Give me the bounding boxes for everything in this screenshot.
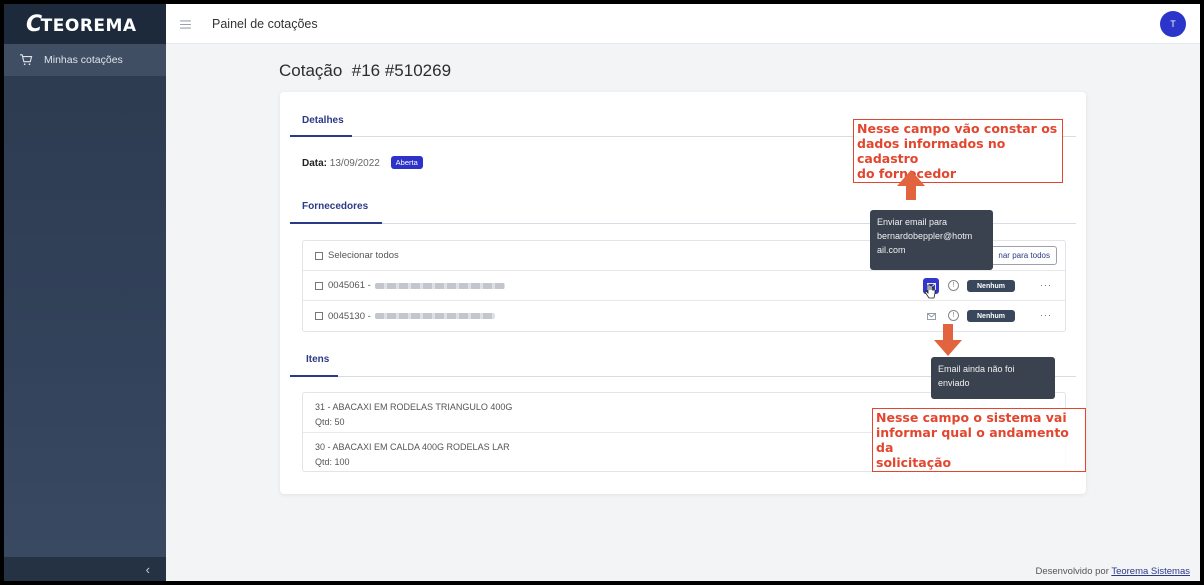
supplier-checkbox[interactable]	[315, 281, 323, 290]
supplier-code: 0045061 -	[328, 280, 371, 291]
tooltip-line: Enviar email para	[877, 217, 948, 227]
sidebar-collapse-button[interactable]: ‹	[4, 557, 166, 581]
tab-itens[interactable]: Itens	[306, 354, 329, 365]
status-badge: Nenhum	[967, 280, 1015, 292]
footer: Desenvolvido por Teorema Sistemas	[1035, 566, 1190, 577]
status-badge: Nenhum	[967, 310, 1015, 322]
send-email-tooltip: Enviar email para bernardobeppler@hotm a…	[870, 210, 993, 270]
user-avatar[interactable]: T	[1160, 11, 1186, 37]
tooltip-line: Email ainda não foi	[938, 364, 1015, 374]
envelope-icon	[926, 312, 936, 320]
tooltip-line: bernardobeppler@hotm	[877, 231, 973, 241]
supplier-name-redacted	[374, 313, 495, 319]
annotation-status-progress: Nesse campo o sistema vai informar qual …	[872, 408, 1086, 472]
info-icon[interactable]: !	[948, 280, 959, 291]
page-title: Cotação #16 #510269	[279, 61, 452, 80]
date-field: Data: 13/09/2022 Aberta	[302, 156, 423, 169]
more-options-icon[interactable]: ···	[1040, 310, 1052, 320]
date-value: 13/09/2022	[329, 158, 380, 169]
supplier-name-redacted	[374, 282, 505, 289]
info-icon[interactable]: !	[948, 310, 959, 321]
supplier-code: 0045130 -	[328, 310, 371, 322]
annotation-line: dados informados no cadastro	[857, 136, 1006, 166]
tab-fornecedores[interactable]: Fornecedores	[302, 201, 368, 212]
supplier-checkbox[interactable]	[315, 312, 323, 320]
annotation-line: do fornecedor	[857, 166, 957, 181]
status-badge: Aberta	[390, 156, 423, 169]
app-window: CTEOREMA Minhas cotações ‹ Painel de cot…	[4, 4, 1200, 581]
arrow-down-icon	[934, 324, 962, 356]
select-all-label: Selecionar todos	[328, 250, 399, 261]
tab-detalhes[interactable]: Detalhes	[302, 115, 344, 126]
annotation-line: solicitação	[876, 455, 952, 470]
menu-icon[interactable]	[180, 16, 194, 32]
logo-text: TEOREMA	[40, 15, 137, 36]
topbar: Painel de cotações T	[166, 4, 1200, 44]
annotation-supplier-data: Nesse campo vão constar os dados informa…	[853, 119, 1063, 183]
teorema-logo[interactable]: CTEOREMA	[26, 12, 137, 37]
arrow-up-icon	[897, 170, 925, 200]
select-all-checkbox[interactable]	[315, 251, 323, 260]
sidebar-item-label: Minhas cotações	[44, 54, 123, 66]
more-options-icon[interactable]: ···	[1040, 280, 1052, 290]
email-status-tooltip: Email ainda não foi enviado	[931, 357, 1055, 399]
annotation-line: Nesse campo vão constar os	[857, 121, 1058, 136]
sidebar: CTEOREMA Minhas cotações ‹	[4, 4, 166, 581]
sidebar-item-minhas-cotacoes[interactable]: Minhas cotações	[4, 44, 166, 76]
tooltip-line: ail.com	[877, 245, 906, 255]
annotation-line: informar qual o andamento da	[876, 425, 1069, 455]
tab-indicator	[290, 222, 382, 224]
footer-text: Desenvolvido por	[1035, 566, 1112, 577]
date-label: Data:	[302, 158, 328, 169]
cart-icon	[20, 54, 33, 66]
supplier-row: 0045061 - ! Nenhum ···	[303, 271, 1065, 301]
tab-indicator	[290, 375, 338, 377]
send-all-button[interactable]: nar para todos	[991, 246, 1057, 265]
tab-indicator	[290, 135, 352, 137]
chevron-left-icon: ‹	[145, 561, 150, 577]
hand-cursor-icon	[924, 284, 936, 299]
footer-link[interactable]: Teorema Sistemas	[1111, 566, 1190, 577]
tooltip-line: enviado	[938, 378, 970, 388]
annotation-line: Nesse campo o sistema vai	[876, 410, 1067, 425]
topbar-title: Painel de cotações	[212, 16, 318, 31]
logo-bar: CTEOREMA	[4, 4, 166, 44]
